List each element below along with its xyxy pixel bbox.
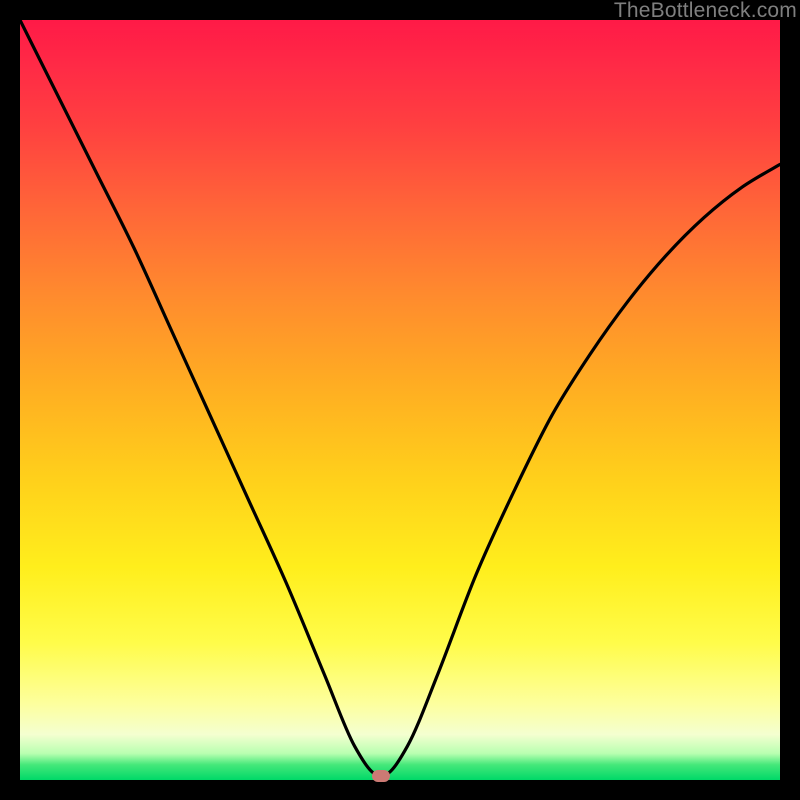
bottleneck-curve — [20, 20, 780, 780]
optimal-marker — [372, 770, 390, 782]
chart-frame: TheBottleneck.com — [0, 0, 800, 800]
plot-area — [20, 20, 780, 780]
